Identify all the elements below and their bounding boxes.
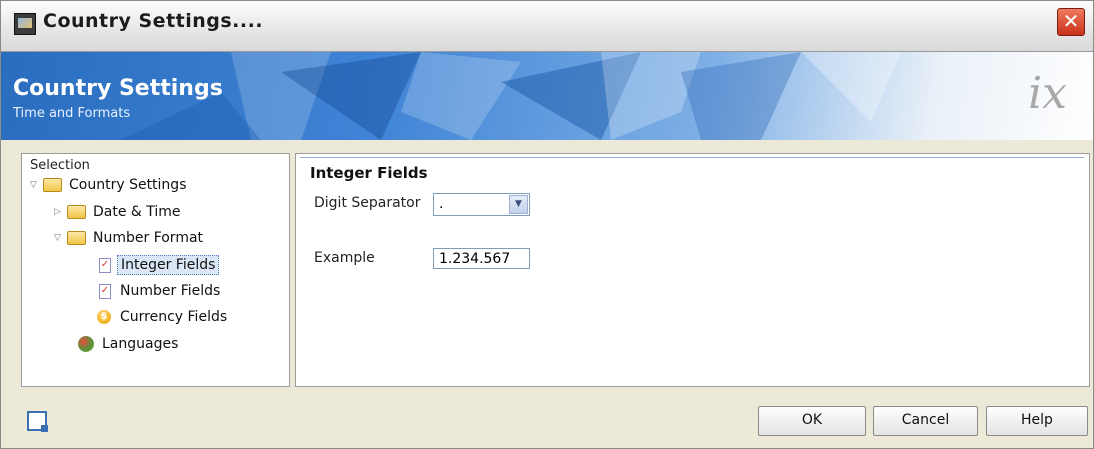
help-button[interactable]: Help (986, 406, 1088, 436)
banner-title: Country Settings (13, 76, 223, 101)
selection-header: Selection (30, 158, 90, 173)
digit-separator-select[interactable]: . ▼ (433, 193, 530, 216)
digit-separator-value: . (439, 196, 444, 212)
chevron-down-icon[interactable]: ▼ (509, 195, 528, 214)
settings-content-panel: Integer Fields Digit Separator . ▼ Examp… (295, 153, 1090, 387)
tree-item-integer-fields[interactable]: ✓ Integer Fields (99, 255, 220, 277)
section-divider (300, 157, 1084, 158)
title-bar[interactable]: Country Settings.... ✕ (1, 1, 1093, 52)
currency-coin-icon: $ (97, 310, 111, 324)
example-label: Example (314, 250, 375, 266)
tree-item-label: Currency Fields (120, 309, 228, 325)
tree-item-currency-fields[interactable]: $ Currency Fields (97, 309, 230, 329)
close-icon: ✕ (1062, 9, 1080, 33)
collapsed-arrow-icon[interactable]: ▷ (54, 207, 64, 217)
section-title: Integer Fields (310, 164, 428, 182)
tree-item-date-time[interactable]: ▷ Date & Time (54, 204, 184, 224)
tree-item-number-format[interactable]: ▽ Number Format (54, 230, 206, 250)
selection-tree-panel: Selection ▽ Country Settings ▷ Date & Time… (21, 153, 290, 387)
field-settings-icon: ✓ (99, 283, 111, 299)
window-title: Country Settings.... (43, 10, 264, 32)
expanded-arrow-icon[interactable]: ▽ (30, 180, 40, 190)
ix-logo: ix (1028, 68, 1067, 119)
tree-item-label: Integer Fields (117, 255, 220, 275)
expanded-arrow-icon[interactable]: ▽ (54, 233, 64, 243)
field-settings-icon: ✓ (99, 257, 111, 273)
window-restore-icon[interactable] (27, 411, 48, 432)
banner-subtitle: Time and Formats (13, 106, 131, 121)
tree-item-country-settings[interactable]: ▽ Country Settings (30, 177, 190, 197)
folder-icon (43, 178, 62, 192)
tree-item-label: Country Settings (69, 177, 187, 193)
close-button[interactable]: ✕ (1057, 8, 1085, 36)
app-icon (14, 13, 36, 35)
digit-separator-label: Digit Separator (314, 195, 421, 211)
country-settings-window: Country Settings.... ✕ Country Settings … (0, 0, 1094, 449)
tree-item-label: Languages (102, 336, 179, 352)
ok-button[interactable]: OK (758, 406, 866, 436)
tree-item-label: Number Fields (120, 283, 221, 299)
languages-globe-icon (78, 336, 94, 352)
cancel-button[interactable]: Cancel (873, 406, 978, 436)
header-banner: Country Settings Time and Formats ix (1, 52, 1093, 140)
example-field[interactable]: 1.234.567 (433, 248, 530, 269)
folder-icon (67, 205, 86, 219)
tree-item-number-fields[interactable]: ✓ Number Fields (99, 283, 223, 303)
folder-icon (67, 231, 86, 245)
tree-item-label: Date & Time (93, 204, 181, 220)
tree-item-label: Number Format (93, 230, 204, 246)
dialog-footer: OK Cancel Help (1, 394, 1093, 448)
tree-item-languages[interactable]: Languages (78, 336, 181, 356)
